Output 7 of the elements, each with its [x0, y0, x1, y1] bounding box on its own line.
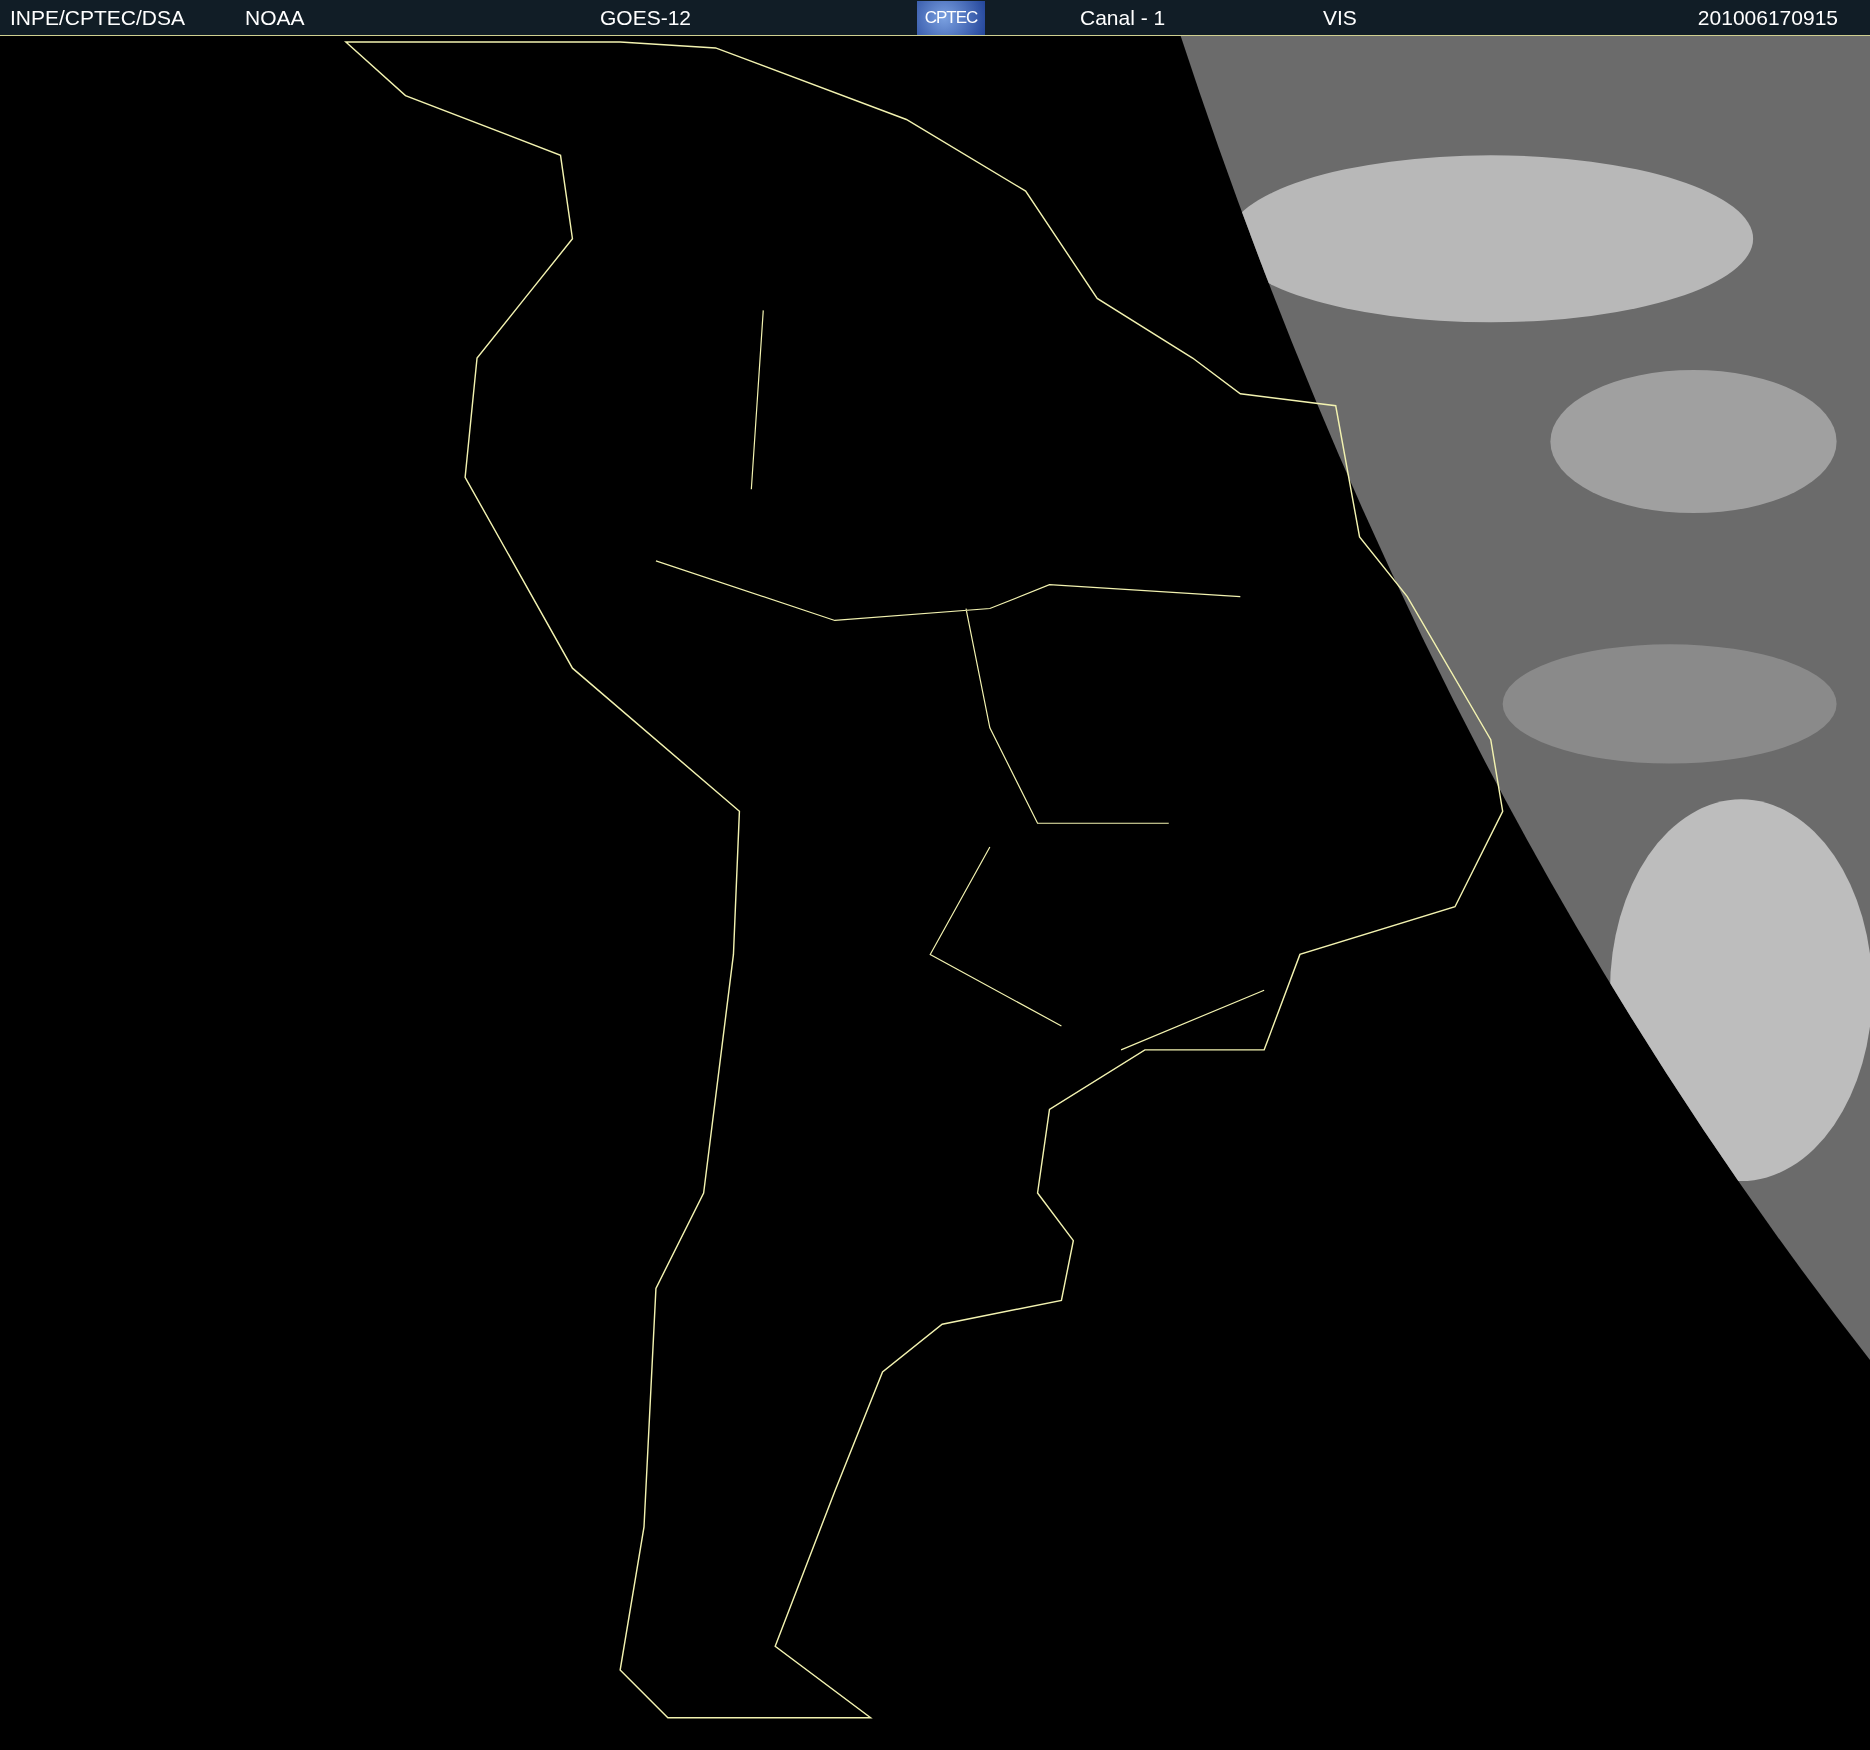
timestamp-label: 201006170915 — [1697, 5, 1838, 30]
satellite-label: GOES-12 — [600, 5, 693, 30]
band-label: VIS — [1323, 5, 1358, 30]
agency-label: NOAA — [245, 5, 306, 30]
organization-label: INPE/CPTEC/DSA — [10, 5, 187, 30]
logo: CPTEC — [917, 0, 985, 35]
channel-label: Canal - 1 — [1080, 5, 1167, 30]
